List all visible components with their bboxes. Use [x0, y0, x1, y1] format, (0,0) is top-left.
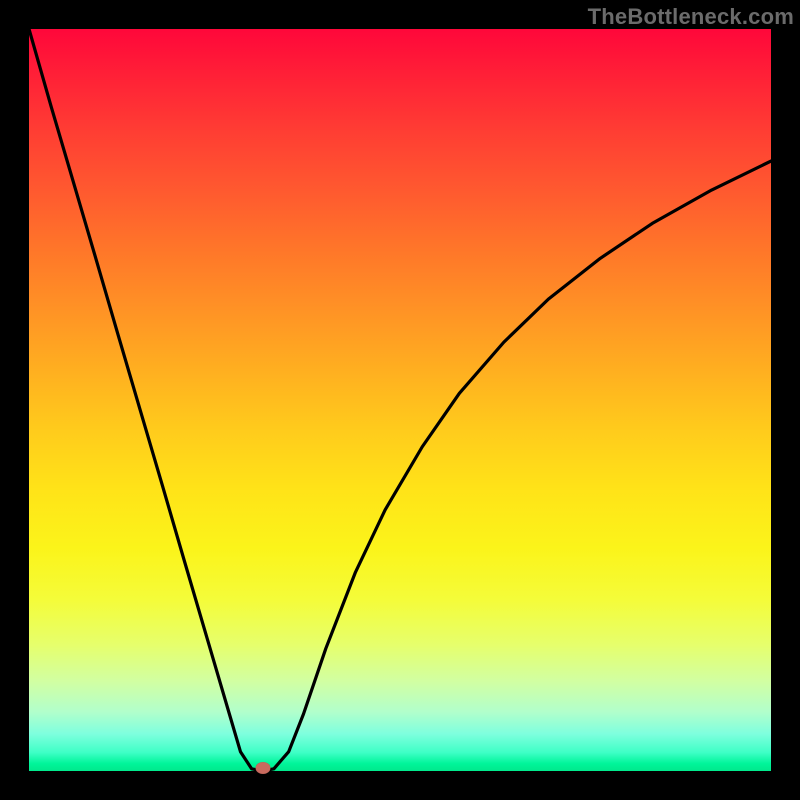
bottleneck-curve [29, 29, 771, 771]
minimum-marker [255, 762, 270, 774]
chart-container: TheBottleneck.com [0, 0, 800, 800]
watermark-text: TheBottleneck.com [588, 4, 794, 30]
plot-area [29, 29, 771, 771]
